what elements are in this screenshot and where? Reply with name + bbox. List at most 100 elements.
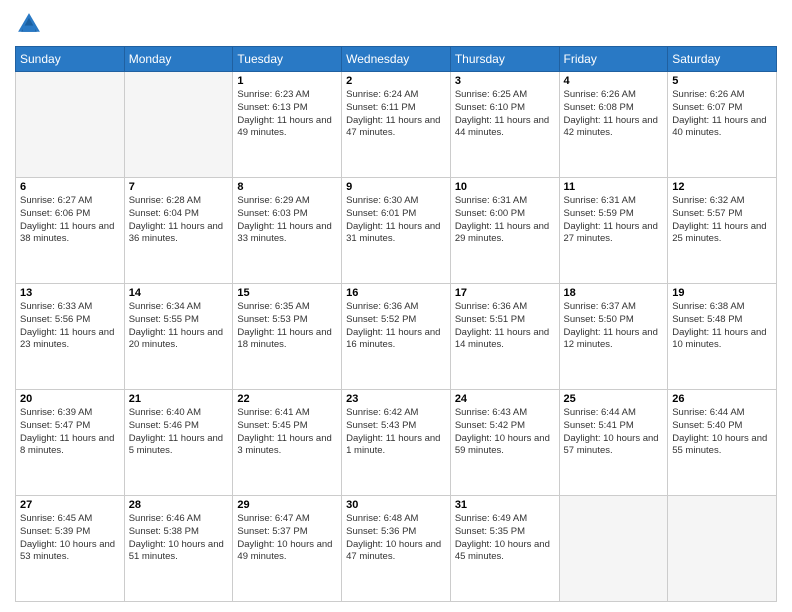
day-info: Sunrise: 6:27 AMSunset: 6:06 PMDaylight:… bbox=[20, 195, 120, 246]
day-number: 8 bbox=[237, 181, 337, 193]
day-info: Sunrise: 6:29 AMSunset: 6:03 PMDaylight:… bbox=[237, 195, 337, 246]
day-info: Sunrise: 6:46 AMSunset: 5:38 PMDaylight:… bbox=[129, 513, 229, 564]
calendar-cell: 2 Sunrise: 6:24 AMSunset: 6:11 PMDaylight… bbox=[342, 72, 451, 178]
day-number: 30 bbox=[346, 499, 446, 511]
day-info: Sunrise: 6:36 AMSunset: 5:51 PMDaylight:… bbox=[455, 301, 555, 352]
day-info: Sunrise: 6:49 AMSunset: 5:35 PMDaylight:… bbox=[455, 513, 555, 564]
week-row-5: 27Sunrise: 6:45 AMSunset: 5:39 PMDayligh… bbox=[16, 496, 777, 602]
calendar-cell: 1 Sunrise: 6:23 AMSunset: 6:13 PMDaylight… bbox=[233, 72, 342, 178]
day-info: Sunrise: 6:38 AMSunset: 5:48 PMDaylight:… bbox=[672, 301, 772, 352]
calendar-cell: 6 Sunrise: 6:27 AMSunset: 6:06 PMDaylight… bbox=[16, 178, 125, 284]
day-info: Sunrise: 6:31 AMSunset: 5:59 PMDaylight:… bbox=[564, 195, 664, 246]
calendar-cell: 19Sunrise: 6:38 AMSunset: 5:48 PMDayligh… bbox=[668, 284, 777, 390]
calendar-cell: 12 Sunrise: 6:32 AMSunset: 5:57 PMDayligh… bbox=[668, 178, 777, 284]
day-info: Sunrise: 6:25 AMSunset: 6:10 PMDaylight:… bbox=[455, 89, 555, 140]
day-info: Sunrise: 6:35 AMSunset: 5:53 PMDaylight:… bbox=[237, 301, 337, 352]
day-number: 31 bbox=[455, 499, 555, 511]
day-number: 7 bbox=[129, 181, 229, 193]
week-row-2: 6 Sunrise: 6:27 AMSunset: 6:06 PMDaylight… bbox=[16, 178, 777, 284]
page: SundayMondayTuesdayWednesdayThursdayFrid… bbox=[0, 0, 792, 612]
calendar-cell: 29 Sunrise: 6:47 AMSunset: 5:37 PMDayligh… bbox=[233, 496, 342, 602]
day-number: 11 bbox=[564, 181, 664, 193]
day-number: 10 bbox=[455, 181, 555, 193]
day-info: Sunrise: 6:26 AMSunset: 6:08 PMDaylight:… bbox=[564, 89, 664, 140]
calendar-cell: 31 Sunrise: 6:49 AMSunset: 5:35 PMDayligh… bbox=[450, 496, 559, 602]
day-number: 25 bbox=[564, 393, 664, 405]
weekday-wednesday: Wednesday bbox=[342, 47, 451, 72]
day-number: 23 bbox=[346, 393, 446, 405]
day-number: 29 bbox=[237, 499, 337, 511]
calendar-cell: 21 Sunrise: 6:40 AMSunset: 5:46 PMDayligh… bbox=[124, 390, 233, 496]
day-info: Sunrise: 6:43 AMSunset: 5:42 PMDaylight:… bbox=[455, 407, 555, 458]
day-number: 3 bbox=[455, 75, 555, 87]
day-info: Sunrise: 6:41 AMSunset: 5:45 PMDaylight:… bbox=[237, 407, 337, 458]
calendar-cell: 20 Sunrise: 6:39 AMSunset: 5:47 PMDayligh… bbox=[16, 390, 125, 496]
calendar-cell: 24Sunrise: 6:43 AMSunset: 5:42 PMDayligh… bbox=[450, 390, 559, 496]
week-row-3: 13Sunrise: 6:33 AMSunset: 5:56 PMDayligh… bbox=[16, 284, 777, 390]
calendar-cell: 28 Sunrise: 6:46 AMSunset: 5:38 PMDayligh… bbox=[124, 496, 233, 602]
day-info: Sunrise: 6:44 AMSunset: 5:41 PMDaylight:… bbox=[564, 407, 664, 458]
calendar-cell: 22 Sunrise: 6:41 AMSunset: 5:45 PMDayligh… bbox=[233, 390, 342, 496]
day-number: 22 bbox=[237, 393, 337, 405]
calendar-cell bbox=[559, 496, 668, 602]
weekday-saturday: Saturday bbox=[668, 47, 777, 72]
calendar-cell: 14 Sunrise: 6:34 AMSunset: 5:55 PMDayligh… bbox=[124, 284, 233, 390]
day-number: 2 bbox=[346, 75, 446, 87]
calendar-cell: 23 Sunrise: 6:42 AMSunset: 5:43 PMDayligh… bbox=[342, 390, 451, 496]
day-number: 27 bbox=[20, 499, 120, 511]
day-number: 6 bbox=[20, 181, 120, 193]
calendar-cell: 5 Sunrise: 6:26 AMSunset: 6:07 PMDaylight… bbox=[668, 72, 777, 178]
calendar-cell bbox=[668, 496, 777, 602]
calendar-cell bbox=[124, 72, 233, 178]
day-info: Sunrise: 6:48 AMSunset: 5:36 PMDaylight:… bbox=[346, 513, 446, 564]
calendar-cell: 10 Sunrise: 6:31 AMSunset: 6:00 PMDayligh… bbox=[450, 178, 559, 284]
header bbox=[15, 10, 777, 38]
calendar-cell: 25 Sunrise: 6:44 AMSunset: 5:41 PMDayligh… bbox=[559, 390, 668, 496]
weekday-header-row: SundayMondayTuesdayWednesdayThursdayFrid… bbox=[16, 47, 777, 72]
weekday-sunday: Sunday bbox=[16, 47, 125, 72]
calendar-cell: 18Sunrise: 6:37 AMSunset: 5:50 PMDayligh… bbox=[559, 284, 668, 390]
weekday-monday: Monday bbox=[124, 47, 233, 72]
logo bbox=[15, 10, 47, 38]
day-number: 9 bbox=[346, 181, 446, 193]
day-number: 16 bbox=[346, 287, 446, 299]
calendar-cell: 30 Sunrise: 6:48 AMSunset: 5:36 PMDayligh… bbox=[342, 496, 451, 602]
day-info: Sunrise: 6:47 AMSunset: 5:37 PMDaylight:… bbox=[237, 513, 337, 564]
day-number: 15 bbox=[237, 287, 337, 299]
calendar-cell: 16 Sunrise: 6:36 AMSunset: 5:52 PMDayligh… bbox=[342, 284, 451, 390]
day-info: Sunrise: 6:28 AMSunset: 6:04 PMDaylight:… bbox=[129, 195, 229, 246]
day-number: 18 bbox=[564, 287, 664, 299]
day-info: Sunrise: 6:24 AMSunset: 6:11 PMDaylight:… bbox=[346, 89, 446, 140]
day-number: 17 bbox=[455, 287, 555, 299]
day-number: 26 bbox=[672, 393, 772, 405]
day-number: 21 bbox=[129, 393, 229, 405]
weekday-thursday: Thursday bbox=[450, 47, 559, 72]
day-number: 28 bbox=[129, 499, 229, 511]
day-number: 12 bbox=[672, 181, 772, 193]
day-info: Sunrise: 6:31 AMSunset: 6:00 PMDaylight:… bbox=[455, 195, 555, 246]
day-info: Sunrise: 6:39 AMSunset: 5:47 PMDaylight:… bbox=[20, 407, 120, 458]
calendar-table: SundayMondayTuesdayWednesdayThursdayFrid… bbox=[15, 46, 777, 602]
weekday-tuesday: Tuesday bbox=[233, 47, 342, 72]
weekday-friday: Friday bbox=[559, 47, 668, 72]
day-info: Sunrise: 6:34 AMSunset: 5:55 PMDaylight:… bbox=[129, 301, 229, 352]
week-row-4: 20 Sunrise: 6:39 AMSunset: 5:47 PMDayligh… bbox=[16, 390, 777, 496]
day-number: 14 bbox=[129, 287, 229, 299]
calendar-cell: 17 Sunrise: 6:36 AMSunset: 5:51 PMDayligh… bbox=[450, 284, 559, 390]
day-info: Sunrise: 6:26 AMSunset: 6:07 PMDaylight:… bbox=[672, 89, 772, 140]
calendar-cell: 7 Sunrise: 6:28 AMSunset: 6:04 PMDaylight… bbox=[124, 178, 233, 284]
day-info: Sunrise: 6:42 AMSunset: 5:43 PMDaylight:… bbox=[346, 407, 446, 458]
day-info: Sunrise: 6:32 AMSunset: 5:57 PMDaylight:… bbox=[672, 195, 772, 246]
day-info: Sunrise: 6:36 AMSunset: 5:52 PMDaylight:… bbox=[346, 301, 446, 352]
calendar-cell: 4 Sunrise: 6:26 AMSunset: 6:08 PMDaylight… bbox=[559, 72, 668, 178]
calendar-cell: 3 Sunrise: 6:25 AMSunset: 6:10 PMDaylight… bbox=[450, 72, 559, 178]
day-info: Sunrise: 6:40 AMSunset: 5:46 PMDaylight:… bbox=[129, 407, 229, 458]
day-number: 20 bbox=[20, 393, 120, 405]
logo-icon bbox=[15, 10, 43, 38]
day-number: 4 bbox=[564, 75, 664, 87]
day-number: 1 bbox=[237, 75, 337, 87]
calendar-cell: 15 Sunrise: 6:35 AMSunset: 5:53 PMDayligh… bbox=[233, 284, 342, 390]
day-number: 13 bbox=[20, 287, 120, 299]
day-number: 5 bbox=[672, 75, 772, 87]
day-info: Sunrise: 6:23 AMSunset: 6:13 PMDaylight:… bbox=[237, 89, 337, 140]
